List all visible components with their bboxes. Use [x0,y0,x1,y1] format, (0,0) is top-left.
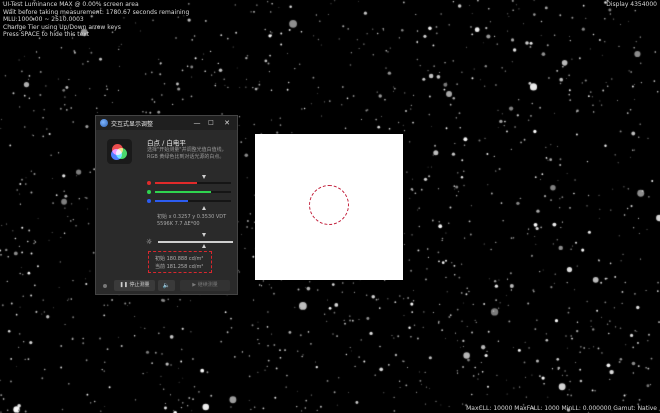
app-icon [100,119,108,127]
coords-line: 初始 x 0.3257 y 0.3530 VDT [157,214,227,220]
coords-line: 5596K 7.7 ΔE*00 [157,220,200,227]
target-ring [309,185,349,225]
window-footer: ❚❚ 停止测量 🔈 ▶ 继续测量 [96,278,237,294]
red-dot-icon [147,181,151,185]
hud-line: Wait before taking measurement: 1780.67 … [3,8,190,16]
luminance-marker-icon [202,233,206,237]
pause-measurement-button[interactable]: ❚❚ 停止测量 [114,280,155,291]
status-indicator-icon [103,284,107,288]
brightness-icon: ☼ [146,238,153,246]
hud-line: MLU:1000.00 ~ 2510.0003 [3,16,84,23]
adjustment-window: 交互式显示调整 — □ ✕ 白点 / 白电平 选择"开始测量"并调整光值白值线，… [95,115,238,295]
luminance-readout: 初始 180.888 cd/m² 当前 181.258 cd/m² [148,251,212,273]
speaker-icon: 🔈 [162,282,171,289]
close-button[interactable]: ✕ [220,116,234,130]
blue-fill [155,200,188,202]
green-fill [155,191,212,193]
luminance-target-icon [202,244,206,248]
continue-measurement-button[interactable]: ▶ 继续测量 [180,280,230,291]
blue-channel-bar [147,198,233,204]
target-marker-icon [202,175,206,179]
section-title: 白点 / 白电平 [147,139,186,147]
luminance-initial: 初始 180.888 cd/m² [155,256,204,262]
hud-bottom-right: MaxCLL: 10000 MaxFALL: 1000 MinLL: 0.000… [466,404,657,412]
hud-line: Change Tier using Up/Down arrow keys [3,23,121,31]
section-description: 选择"开始测量"并调整光值白值线，RGB 黄绿色比到对话光源的白点。 [147,147,227,160]
green-dot-icon [147,190,151,194]
rgb-circles-icon [107,139,132,164]
title-bar[interactable]: 交互式显示调整 — □ ✕ [96,116,237,130]
luminance-current: 当前 181.258 cd/m² [155,264,204,270]
balance-marker-icon [202,206,206,210]
red-fill [155,182,197,184]
maximize-button[interactable]: □ [204,116,218,130]
hud-line: Press SPACE to hide this text [3,31,90,38]
luminance-slider[interactable] [158,241,233,243]
window-title: 交互式显示调整 [111,121,154,128]
sound-button[interactable]: 🔈 [158,280,175,291]
chromaticity-readout: 初始 x 0.3257 y 0.3530 VDT 5596K 7.7 ΔE*00 [157,214,226,227]
red-channel-bar [147,180,233,186]
pause-icon: ❚❚ [119,282,130,288]
pause-label: 停止测量 [129,282,150,288]
hud-overlay: UI-Test Luminance MAX @ 0.00% screen are… [3,1,189,39]
hud-line: UI-Test Luminance MAX @ 0.00% screen are… [3,1,139,8]
blue-dot-icon [147,199,151,203]
hud-top-right: Display 4354000 [606,1,657,8]
minimize-button[interactable]: — [190,116,204,130]
green-channel-bar [147,189,233,195]
